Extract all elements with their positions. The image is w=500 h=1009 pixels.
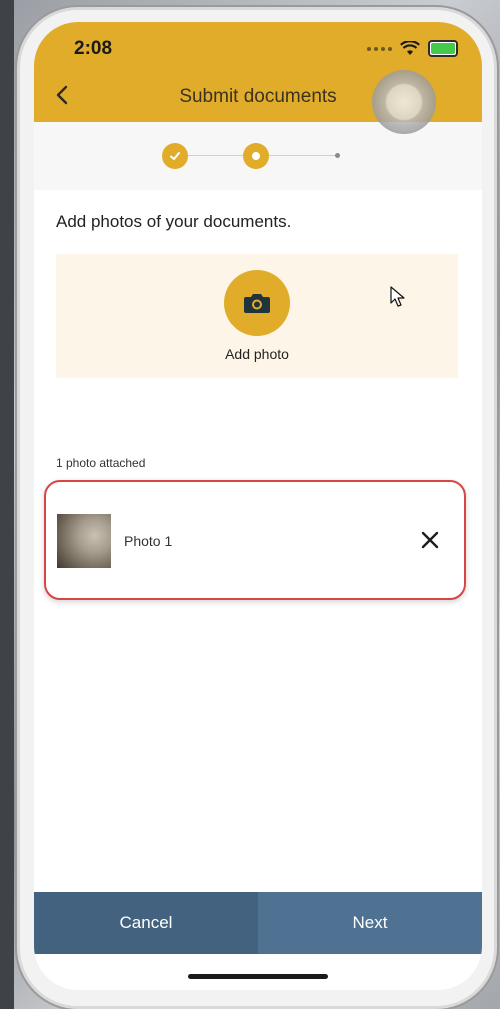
photo-thumbnail[interactable] — [57, 514, 111, 568]
cancel-button[interactable]: Cancel — [34, 892, 258, 954]
attachment-count: 1 photo attached — [56, 456, 146, 470]
assistive-touch-button[interactable] — [372, 70, 436, 134]
wifi-icon — [400, 41, 420, 55]
attached-photo-row: Photo 1 — [44, 480, 466, 600]
signal-dots-icon — [367, 46, 392, 51]
add-photo-label: Add photo — [225, 346, 289, 362]
status-time: 2:08 — [74, 38, 113, 59]
camera-button[interactable] — [224, 270, 290, 336]
window-edge — [0, 0, 14, 1009]
step-progress — [34, 122, 482, 190]
photo-name: Photo 1 — [124, 533, 173, 549]
instruction-text: Add photos of your documents. — [56, 212, 292, 231]
step-completed — [162, 143, 188, 169]
footer-actions: Cancel Next — [34, 892, 482, 954]
next-button[interactable]: Next — [258, 892, 482, 954]
battery-charging-icon — [428, 40, 458, 57]
status-icons — [367, 40, 458, 57]
add-photo-button[interactable]: Add photo — [56, 254, 458, 378]
step-current — [243, 143, 269, 169]
check-icon — [170, 152, 180, 160]
step-upcoming — [335, 153, 340, 158]
close-icon[interactable] — [418, 528, 442, 552]
home-indicator[interactable] — [188, 974, 328, 979]
app-screen: 2:08 Submit documents Add photos of your… — [34, 22, 482, 990]
mouse-cursor-icon — [390, 286, 405, 307]
camera-icon — [244, 294, 270, 313]
